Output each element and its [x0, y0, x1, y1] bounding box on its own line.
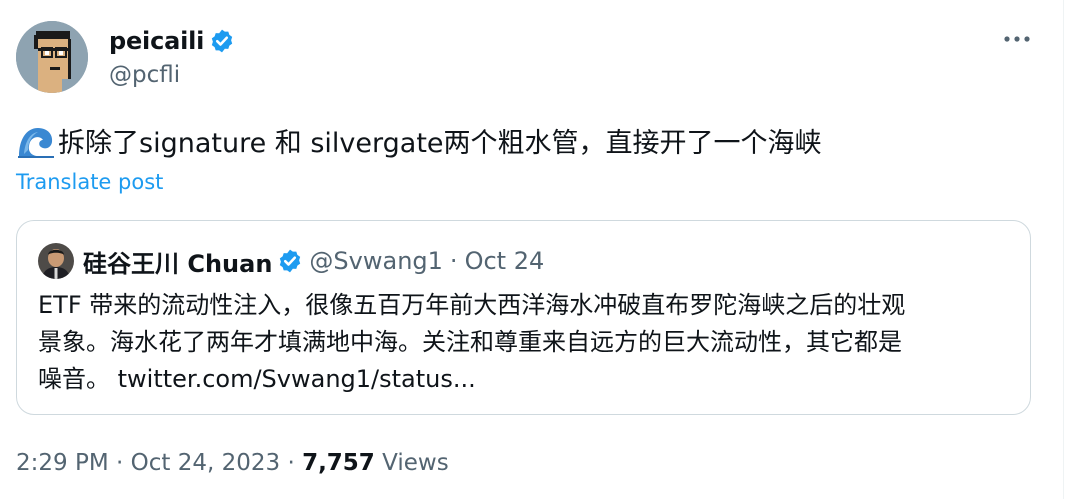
post-date[interactable]: Oct 24, 2023 [131, 450, 281, 476]
water-wave-emoji-icon [18, 128, 54, 158]
author-avatar[interactable] [16, 21, 88, 93]
quote-text-line: ETF 带来的流动性注入，很像五百万年前大西洋海水冲破直布罗陀海峡之后的壮观 [38, 291, 906, 319]
tweet-text: 拆除了signature 和 silvergate两个粗水管，直接开了一个海峡 [16, 120, 822, 160]
quoted-post-card[interactable]: 硅谷王川 Chuan @Svwang1 · Oct 24 ETF 带来的流动性注… [16, 220, 1031, 415]
column-border [1063, 0, 1064, 499]
quote-verified-badge-icon[interactable] [277, 248, 303, 274]
quote-text: ETF 带来的流动性注入，很像五百万年前大西洋海水冲破直布罗陀海峡之后的壮观 景… [38, 287, 1023, 398]
post-time[interactable]: 2:29 PM [16, 450, 109, 476]
pixel-avatar-icon [16, 21, 88, 93]
quote-separator: · [449, 247, 458, 275]
views-count: 7,757 [302, 450, 375, 476]
quote-author-name[interactable]: 硅谷王川 Chuan [83, 244, 272, 279]
quote-date[interactable]: Oct 24 [465, 247, 545, 275]
author-handle[interactable]: @pcfli [109, 62, 180, 88]
quote-text-line: 噪音。 twitter.com/Svwang1/status... [38, 365, 476, 393]
post-metadata: 2:29 PM · Oct 24, 2023 · 7,757 Views [16, 450, 449, 476]
views-label: Views [382, 450, 449, 476]
quote-header: 硅谷王川 Chuan @Svwang1 · Oct 24 [83, 243, 544, 279]
verified-badge-icon[interactable] [209, 28, 235, 54]
quote-author-handle[interactable]: @Svwang1 [309, 247, 443, 275]
translate-post-link[interactable]: Translate post [16, 170, 163, 194]
tweet-body: 拆除了signature 和 silvergate两个粗水管，直接开了一个海峡 [58, 127, 822, 159]
quote-avatar-photo-icon [38, 243, 74, 279]
author-name-row: peicaili [109, 24, 235, 58]
quote-text-line: 景象。海水花了两年才填满地中海。关注和尊重来自远方的巨大流动性，其它都是 [38, 328, 902, 356]
quote-author-avatar[interactable] [38, 243, 74, 279]
meta-separator: · [116, 450, 124, 476]
author-name[interactable]: peicaili [109, 27, 204, 55]
meta-separator: · [287, 450, 295, 476]
more-options-icon[interactable] [1001, 28, 1033, 50]
